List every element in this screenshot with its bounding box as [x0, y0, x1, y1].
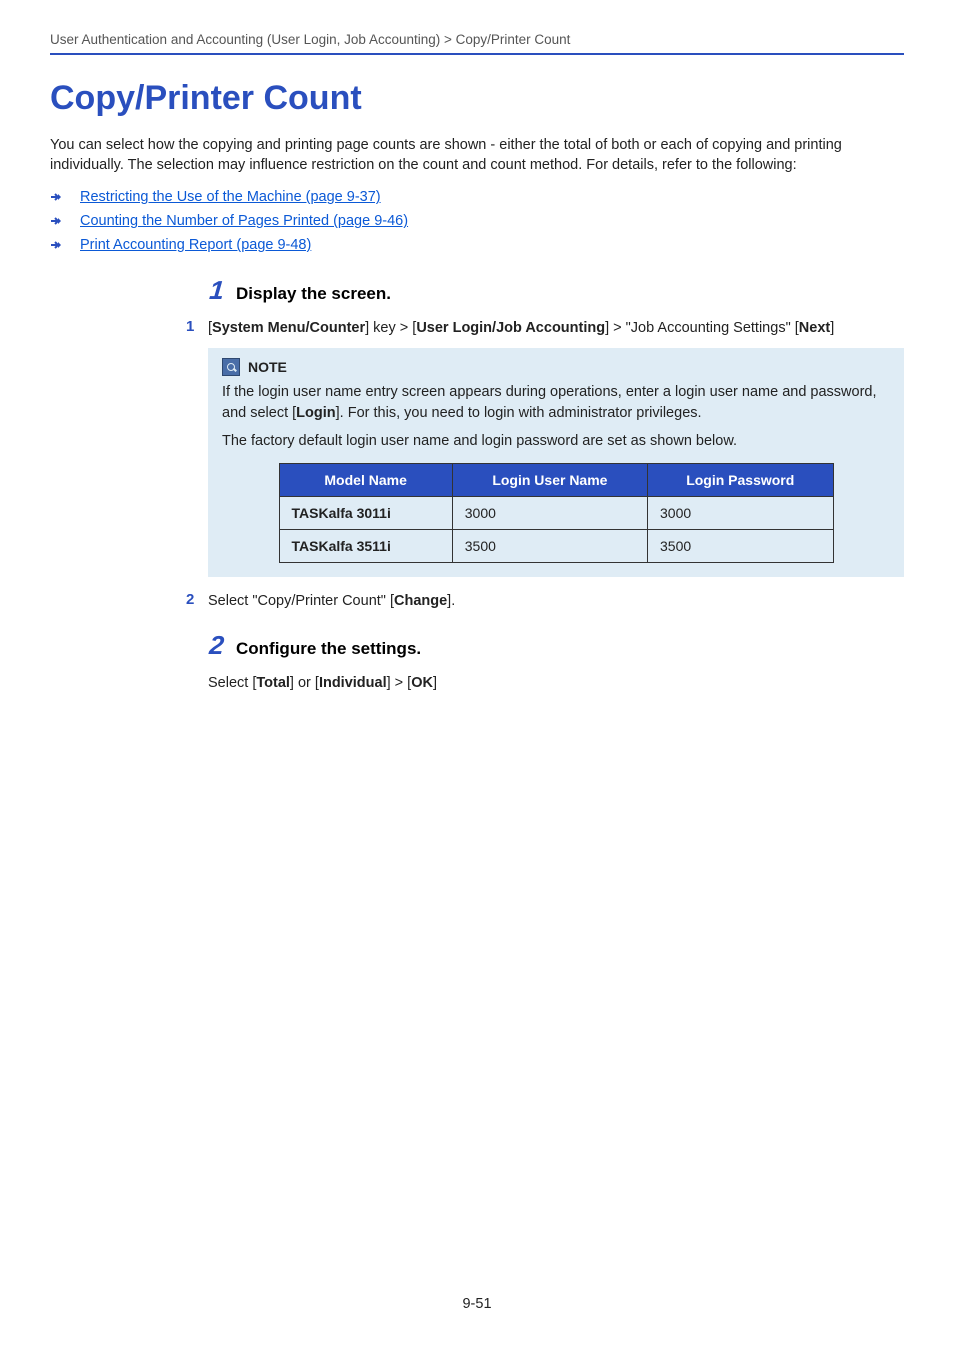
arrow-right-icon — [50, 191, 62, 203]
substep-number: 2 — [186, 591, 208, 611]
note-paragraph: If the login user name entry screen appe… — [222, 382, 890, 423]
intro-text: You can select how the copying and print… — [50, 136, 904, 175]
step-number: 1 — [189, 275, 226, 306]
magnifier-icon — [222, 358, 240, 376]
step-1: 1 Display the screen. 1 [System Menu/Cou… — [190, 275, 904, 611]
step-header: 1 Display the screen. — [190, 275, 904, 306]
substep-1-2: 2 Select "Copy/Printer Count" [Change]. — [186, 591, 904, 611]
step-title: Display the screen. — [236, 284, 391, 304]
step-number: 2 — [189, 630, 226, 661]
arrow-right-icon — [50, 215, 62, 227]
substep-1-1: 1 [System Menu/Counter] key > [User Logi… — [186, 318, 904, 338]
cell-password: 3000 — [648, 497, 833, 530]
link-counting[interactable]: Counting the Number of Pages Printed (pa… — [80, 213, 408, 229]
table-row: TASKalfa 3011i 3000 3000 — [279, 497, 833, 530]
page-number: 9-51 — [0, 1296, 954, 1312]
page-title: Copy/Printer Count — [50, 79, 904, 118]
cell-user: 3000 — [452, 497, 647, 530]
note-box: NOTE If the login user name entry screen… — [208, 348, 904, 577]
list-item: Print Accounting Report (page 9-48) — [50, 237, 904, 253]
cell-user: 3500 — [452, 530, 647, 563]
link-restricting[interactable]: Restricting the Use of the Machine (page… — [80, 189, 381, 205]
note-label: NOTE — [248, 359, 287, 375]
step-title: Configure the settings. — [236, 639, 421, 659]
table-header-password: Login Password — [648, 464, 833, 497]
cell-model: TASKalfa 3511i — [279, 530, 452, 563]
table-header-user: Login User Name — [452, 464, 647, 497]
cell-password: 3500 — [648, 530, 833, 563]
substep-number: 1 — [186, 318, 208, 338]
cell-model: TASKalfa 3011i — [279, 497, 452, 530]
link-print-report[interactable]: Print Accounting Report (page 9-48) — [80, 237, 311, 253]
list-item: Restricting the Use of the Machine (page… — [50, 189, 904, 205]
step-2: 2 Configure the settings. Select [Total]… — [190, 630, 904, 693]
table-header-model: Model Name — [279, 464, 452, 497]
reference-links: Restricting the Use of the Machine (page… — [50, 189, 904, 253]
step-header: 2 Configure the settings. — [190, 630, 904, 661]
login-defaults-table: Model Name Login User Name Login Passwor… — [279, 463, 834, 563]
note-paragraph: The factory default login user name and … — [222, 431, 890, 451]
substep-text: [System Menu/Counter] key > [User Login/… — [208, 318, 834, 338]
arrow-right-icon — [50, 239, 62, 251]
breadcrumb: User Authentication and Accounting (User… — [50, 32, 904, 55]
table-row: TASKalfa 3511i 3500 3500 — [279, 530, 833, 563]
list-item: Counting the Number of Pages Printed (pa… — [50, 213, 904, 229]
step-body-text: Select [Total] or [Individual] > [OK] — [208, 673, 904, 693]
substep-text: Select "Copy/Printer Count" [Change]. — [208, 591, 455, 611]
